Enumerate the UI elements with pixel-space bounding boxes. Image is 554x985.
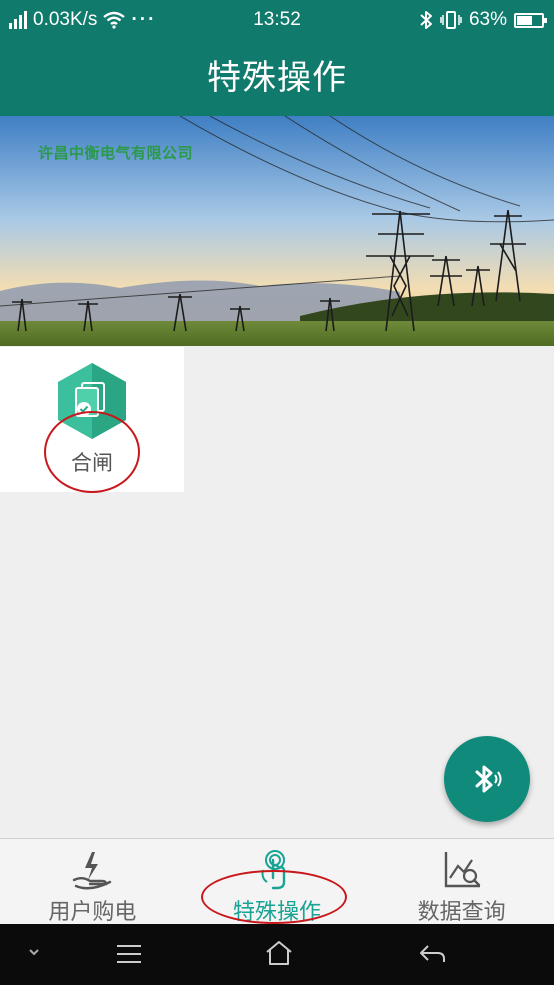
chart-search-icon <box>444 852 480 888</box>
nav-item-data-query[interactable]: 数据查询 <box>369 839 554 925</box>
app-bar: 特殊操作 <box>0 40 554 116</box>
banner-image: 许昌中衡电气有限公司 <box>0 116 554 346</box>
battery-icon <box>514 12 547 28</box>
battery-fill <box>517 15 533 25</box>
vibrate-icon <box>440 11 462 29</box>
bluetooth-fab[interactable] <box>444 736 530 822</box>
tile-label: 合闸 <box>71 451 113 475</box>
menu-icon[interactable] <box>116 944 142 964</box>
nav-item-purchase[interactable]: 用户购电 <box>0 839 185 925</box>
chevron-down-icon[interactable] <box>26 942 42 962</box>
purchase-power-icon <box>73 852 112 890</box>
home-icon[interactable] <box>265 940 293 966</box>
bluetooth-status-icon <box>420 11 432 29</box>
close-switch-tile[interactable]: 合闸 <box>0 347 184 492</box>
switch-close-icon <box>58 363 126 439</box>
battery-percent: 63% <box>468 9 507 30</box>
nav-item-special-ops[interactable]: 特殊操作 <box>185 839 370 925</box>
touch-operation-icon <box>261 850 286 890</box>
company-name: 许昌中衡电气有限公司 <box>38 144 194 162</box>
back-icon[interactable] <box>418 942 446 966</box>
nav-label: 数据查询 <box>417 900 506 925</box>
screen: 0.03K/s ··· 13:52 63% 特殊操作 许昌中衡电气有限公司 合闸… <box>0 0 554 985</box>
page-title: 特殊操作 <box>207 58 347 98</box>
nav-label: 用户购电 <box>48 900 137 925</box>
status-right: 63% <box>419 9 547 31</box>
system-nav-bar <box>0 924 554 985</box>
status-bar: 0.03K/s ··· 13:52 63% <box>0 0 554 40</box>
bottom-nav: 用户购电 特殊操作 数据查询 <box>0 838 554 925</box>
bluetooth-icon <box>475 765 502 793</box>
nav-label: 特殊操作 <box>233 900 322 925</box>
